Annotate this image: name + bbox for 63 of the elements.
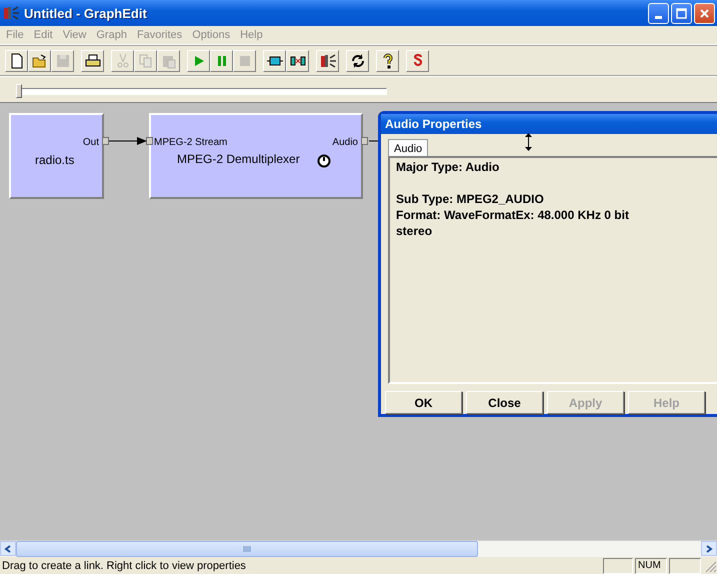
floppy-icon: [54, 53, 70, 69]
status-pane: NUM: [635, 558, 667, 574]
minimize-button[interactable]: [648, 2, 669, 24]
dialog-title: Audio Properties: [385, 116, 482, 131]
toolbar-button[interactable]: [346, 50, 369, 72]
scissors-icon: [114, 53, 130, 69]
pin-label: MPEG-2 Stream: [154, 137, 228, 148]
folder-icon: [32, 53, 48, 69]
status-text: Drag to create a link. Right click to view properties: [1, 560, 247, 572]
window-title: Untitled - GraphEdit: [24, 6, 148, 20]
menu-item[interactable]: View: [58, 29, 92, 41]
resize-grip-icon: [703, 558, 717, 572]
status-pane: [669, 558, 701, 574]
menu-item[interactable]: Edit: [30, 29, 59, 41]
resize-cursor-icon: [524, 132, 533, 152]
dialog-button[interactable]: Close: [466, 391, 543, 414]
output-pin[interactable]: [102, 137, 109, 145]
grip-icon: [243, 546, 251, 552]
close-button[interactable]: [694, 2, 715, 24]
property-text: Format: WaveFormatEx: 48.000 KHz 0 bit: [396, 208, 630, 224]
scroll-left-button[interactable]: [0, 541, 16, 556]
link-line: [369, 139, 379, 143]
new-document-icon: [8, 53, 24, 69]
output-pin[interactable]: [361, 137, 368, 145]
pin-label: Out: [82, 137, 99, 148]
pin-label: Audio: [332, 137, 358, 148]
clipboard-icon: [160, 53, 176, 69]
app-icon: [320, 53, 336, 69]
app-icon: [3, 5, 20, 21]
property-text: stereo: [396, 224, 434, 240]
filter-name: MPEG-2 Demultiplexer: [177, 152, 300, 166]
printer-icon: [84, 53, 100, 69]
property-text: Major Type: Audio: [396, 160, 500, 176]
filter-name: radio.ts: [35, 153, 74, 167]
toolbar-button[interactable]: [263, 50, 286, 72]
toolbar-button[interactable]: [5, 50, 28, 72]
close-icon: [698, 6, 711, 20]
maximize-button[interactable]: [671, 2, 692, 24]
link-arrow: [109, 137, 149, 145]
filter-block[interactable]: MPEG-2 Stream Audio MPEG-2 Demultiplexer: [149, 113, 363, 199]
copy-icon: [138, 53, 154, 69]
tab[interactable]: Audio: [388, 138, 428, 157]
slider-thumb[interactable]: [16, 84, 22, 98]
scroll-right-button[interactable]: [701, 541, 717, 556]
scroll-thumb[interactable]: [16, 541, 478, 557]
maximize-icon: [675, 6, 688, 20]
toolbar-button[interactable]: [376, 50, 399, 72]
menu-item[interactable]: File: [2, 29, 30, 41]
toolbar-button[interactable]: [316, 50, 339, 72]
menu-item[interactable]: Options: [188, 29, 236, 41]
seek-slider[interactable]: [17, 84, 387, 98]
filter-block[interactable]: Out radio.ts: [9, 113, 104, 199]
property-text: Sub Type: MPEG2_AUDIO: [396, 192, 545, 208]
menu-item[interactable]: Favorites: [132, 29, 188, 41]
menu-item[interactable]: Help: [236, 29, 269, 41]
status-pane: [603, 558, 633, 574]
refresh-icon: [350, 53, 366, 69]
dialog-button[interactable]: OK: [385, 391, 462, 414]
input-pin[interactable]: [146, 137, 153, 145]
minimize-icon: [655, 16, 662, 18]
toolbar-button[interactable]: [286, 50, 309, 72]
toolbar-button[interactable]: [81, 50, 104, 72]
menu-item[interactable]: Graph: [92, 29, 133, 41]
